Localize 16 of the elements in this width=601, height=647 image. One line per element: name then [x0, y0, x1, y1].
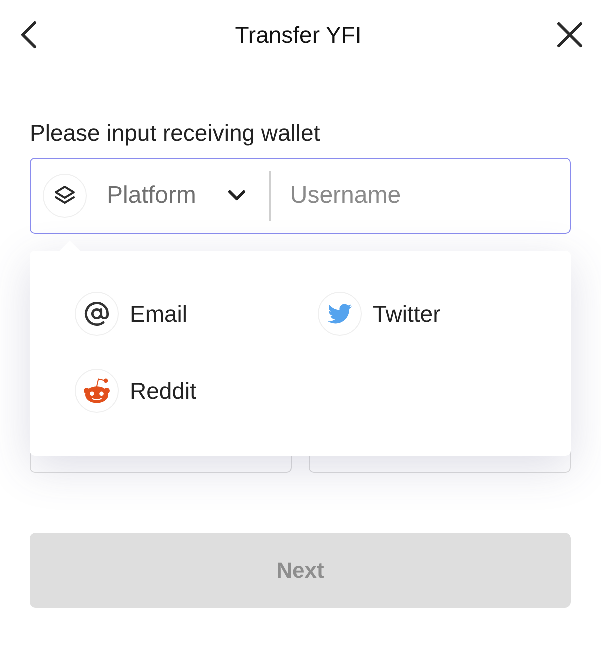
close-button[interactable]	[554, 20, 585, 50]
close-icon	[556, 22, 583, 48]
platform-option[interactable]: Email	[75, 292, 188, 336]
layers-icon	[43, 174, 87, 218]
at-sign-icon	[75, 292, 119, 336]
back-chevron-icon	[19, 21, 39, 49]
field-label: Please input receiving wallet	[30, 120, 322, 146]
platform-option[interactable]: Twitter	[318, 292, 441, 336]
bird-icon	[318, 292, 362, 336]
wallet-input-field[interactable]: Platform Username	[30, 158, 571, 234]
alien-head-icon	[75, 369, 119, 413]
window-title: Transfer YFI	[235, 24, 362, 46]
chevron-down-icon	[228, 190, 246, 202]
platform-dropdown[interactable]: Platform	[43, 159, 246, 233]
username-field[interactable]: Username	[271, 159, 570, 233]
platform-option[interactable]: Reddit	[75, 369, 196, 413]
